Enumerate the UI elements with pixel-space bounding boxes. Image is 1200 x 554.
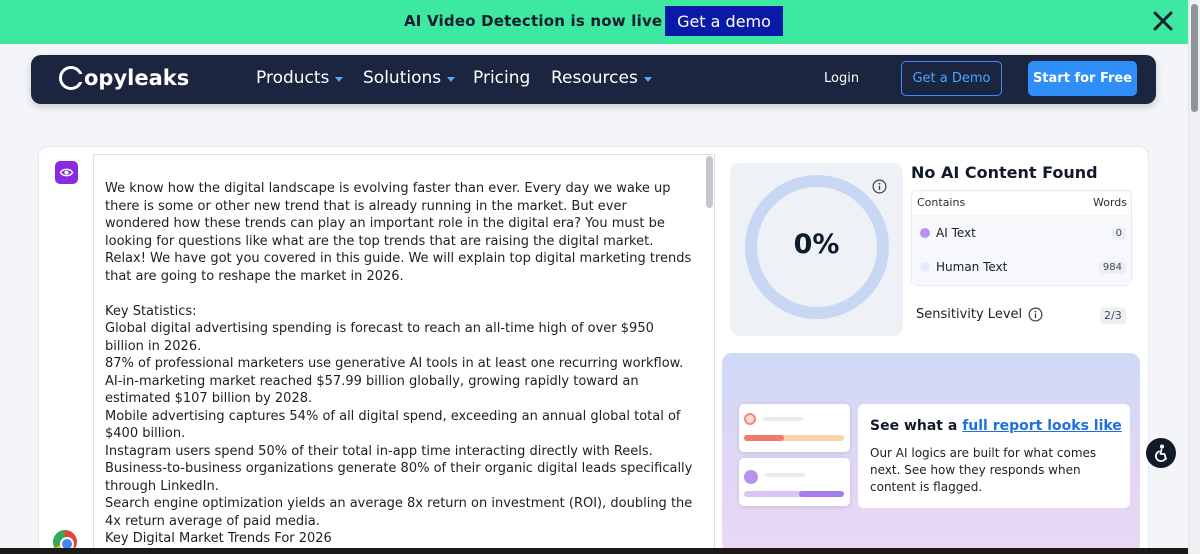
get-a-demo-button[interactable]: Get a Demo — [901, 61, 1002, 96]
col-words: Words — [1092, 196, 1127, 209]
eye-glyph — [59, 168, 74, 177]
full-report-link[interactable]: full report looks like — [962, 418, 1122, 434]
get-demo-banner-button[interactable]: Get a demo — [665, 6, 783, 36]
col-contains: Contains — [917, 196, 966, 209]
editor-paragraph: 87% of professional marketers use genera… — [105, 356, 684, 371]
human-text-dot — [920, 262, 930, 272]
score-bar-fill — [744, 435, 784, 441]
result-table: Contains Words AI Text 0 Human Text 984 — [911, 190, 1132, 286]
main-navbar: opyleaks Products Solutions Pricing Reso… — [31, 55, 1156, 104]
editor-paragraph: Key Digital Market Trends For 2026 — [105, 531, 332, 546]
accessibility-glyph — [1155, 444, 1167, 462]
page-scrollbar[interactable] — [1188, 0, 1200, 554]
editor-paragraph: Global digital advertising spending is f… — [105, 321, 654, 354]
sensitivity-label: Sensitivity Level — [916, 307, 1043, 322]
logo-mark-icon — [59, 66, 84, 90]
copyleaks-logo[interactable]: opyleaks — [59, 66, 189, 90]
page-scrollbar-thumb[interactable] — [1191, 4, 1198, 112]
accessibility-icon[interactable] — [1146, 438, 1176, 468]
editor-paragraph: Mobile advertising captures 54% of all d… — [105, 408, 681, 442]
eye-icon[interactable] — [55, 161, 78, 184]
promo-heading-prefix: See what a — [870, 418, 958, 434]
info-icon[interactable] — [872, 179, 887, 194]
ai-text-count: 0 — [1111, 227, 1126, 240]
nav-pricing[interactable]: Pricing — [473, 68, 530, 88]
editor-paragraph: Instagram users spend 50% of their total… — [105, 443, 653, 459]
preview-card-ai — [739, 458, 850, 506]
chevron-down-icon — [643, 76, 652, 82]
nav-resources[interactable]: Resources — [551, 68, 652, 88]
editor-text: We know how the digital landscape is evo… — [105, 180, 695, 548]
promo-body: Our AI logics are built for what comes n… — [870, 446, 1097, 494]
announcement-banner: AI Video Detection is now live Get a dem… — [0, 0, 1188, 44]
placeholder-line — [763, 417, 803, 421]
nav-label: Products — [256, 68, 330, 88]
ai-text-label: AI Text — [936, 226, 976, 240]
chevron-down-icon — [447, 76, 456, 82]
warning-icon — [744, 413, 756, 425]
promo-heading: See what a full report looks like — [870, 418, 1122, 434]
ai-percent: 0% — [793, 229, 840, 260]
sensitivity-text: Sensitivity Level — [916, 307, 1023, 322]
taskbar-strip — [0, 548, 1188, 554]
preview-card-flagged — [739, 404, 850, 452]
human-text-label: Human Text — [936, 260, 1008, 274]
start-for-free-button[interactable]: Start for Free — [1028, 61, 1137, 96]
result-title: No AI Content Found — [911, 163, 1098, 182]
result-rows: AI Text 0 Human Text 984 — [912, 215, 1131, 285]
placeholder-line — [765, 473, 805, 477]
ai-text-dot — [920, 228, 930, 238]
banner-text: AI Video Detection is now live — [404, 12, 663, 30]
nav-products[interactable]: Products — [256, 68, 344, 88]
chevron-down-icon — [335, 76, 344, 82]
editor-paragraph: Key Statistics: — [105, 303, 197, 319]
human-text-count: 984 — [1098, 261, 1126, 274]
nav-label: Resources — [551, 68, 638, 88]
editor-scrollbar[interactable] — [706, 156, 713, 208]
nav-label: Solutions — [363, 68, 442, 88]
close-icon[interactable] — [1150, 8, 1176, 34]
editor-paragraph: AI-in-marketing market reached $57.99 bi… — [105, 373, 639, 407]
login-link[interactable]: Login — [824, 71, 859, 86]
logo-text: opyleaks — [84, 66, 190, 90]
score-bar-fill — [799, 491, 844, 497]
text-input-area[interactable]: We know how the digital landscape is evo… — [93, 154, 715, 554]
nav-label: Pricing — [473, 68, 531, 88]
sparkle-icon — [744, 470, 758, 484]
promo-text-box: See what a full report looks like Our AI… — [858, 404, 1130, 508]
info-icon[interactable] — [1028, 307, 1043, 322]
editor-paragraph: We know how the digital landscape is evo… — [105, 181, 692, 284]
nav-solutions[interactable]: Solutions — [363, 68, 456, 88]
sensitivity-value[interactable]: 2/3 — [1100, 307, 1126, 324]
editor-paragraph: Search engine optimization yields an ave… — [105, 496, 693, 529]
editor-paragraph: Business-to-business organizations gener… — [105, 461, 693, 494]
